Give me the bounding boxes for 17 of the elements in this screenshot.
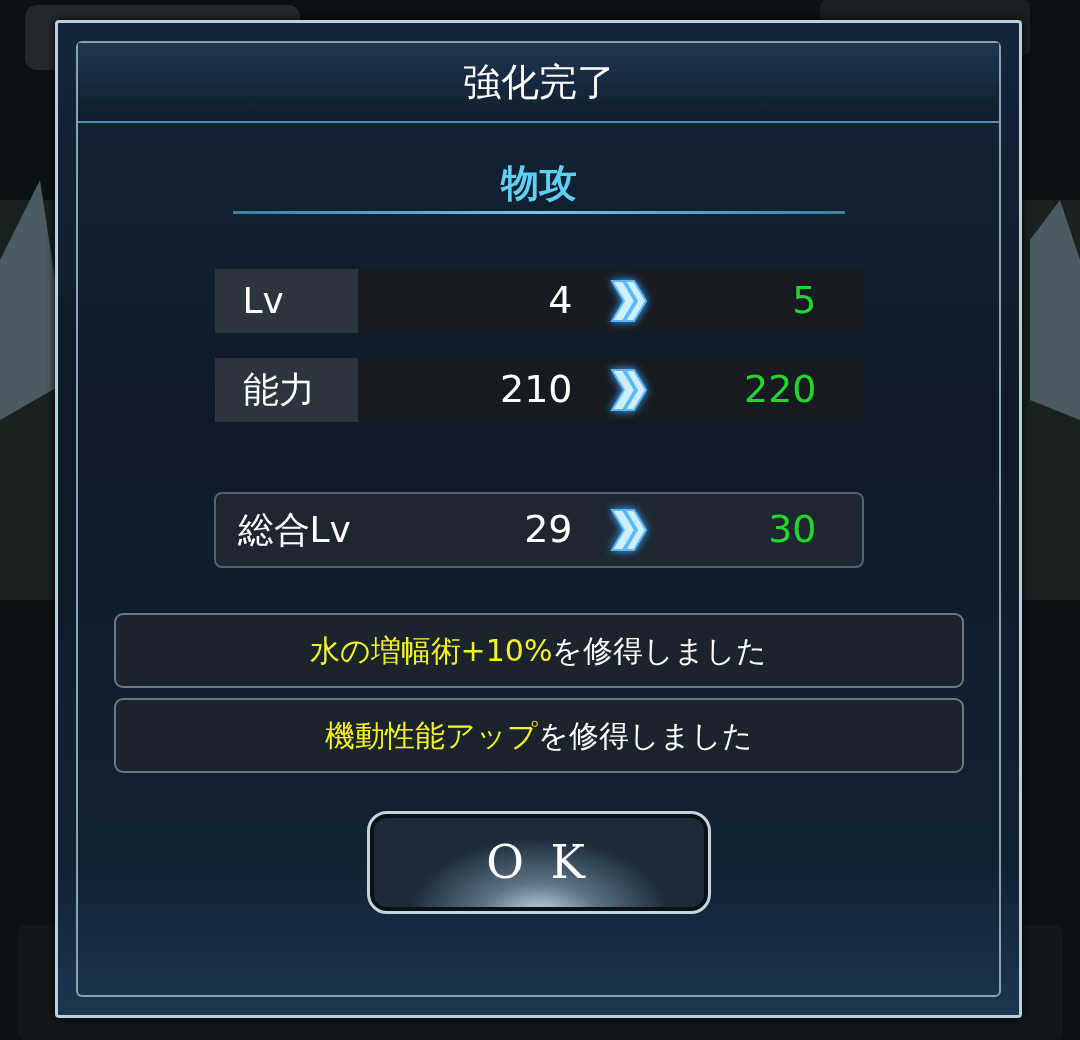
message-banner: 機動性能アップを修得しました <box>113 697 964 773</box>
section-title: 物攻 <box>500 161 577 207</box>
double-chevron-icon <box>608 278 647 323</box>
stat-value: 210 <box>498 366 573 414</box>
message-banner: 水の増幅術+10%を修得しました <box>113 612 964 688</box>
dialog-title: 強化完了 <box>462 58 615 106</box>
stat-label: Lv <box>214 268 358 333</box>
stat-value: 4 <box>547 277 573 325</box>
new-stat-value: 30 <box>767 506 817 554</box>
double-chevron-icon <box>608 507 647 552</box>
stat-label: 能力 <box>214 357 358 422</box>
ok-button[interactable]: O K <box>366 810 711 914</box>
double-chevron-icon <box>608 367 647 412</box>
stat-label: 総合Lv <box>236 507 352 552</box>
new-stat-value: 5 <box>791 277 817 325</box>
new-stat-value: 220 <box>742 366 817 414</box>
stat-value: 29 <box>523 506 573 554</box>
